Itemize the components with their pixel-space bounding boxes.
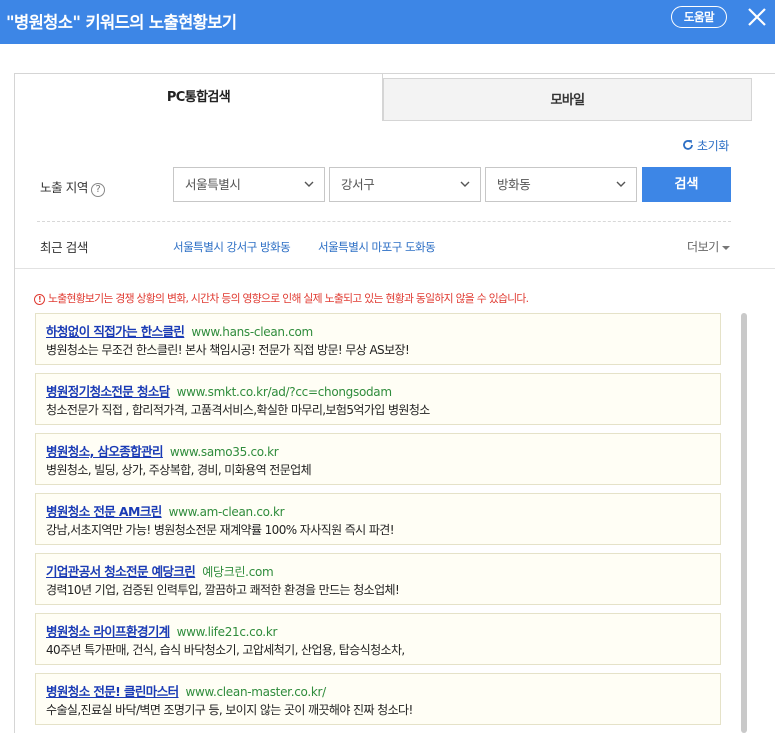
ad-description: 경력10년 기업, 검증된 인력투입, 깔끔하고 쾌적한 환경을 만드는 청소업… [46, 583, 400, 597]
divider [15, 268, 775, 269]
ad-item: 병원청소 전문! 클린마스터 www.clean-master.co.kr/ 수술… [35, 673, 721, 725]
notice-message: 노출현황보기는 경쟁 상황의 변화, 시간차 등의 영향으로 인해 실제 노출되… [48, 292, 529, 305]
ad-title: 기업관공서 청소전문 예당크린 [46, 564, 196, 579]
tab-mobile[interactable]: 모바일 [383, 78, 752, 121]
ad-url: www.life21c.co.kr [176, 625, 278, 639]
divider [37, 221, 731, 222]
ad-description: 병원청소, 빌딩, 상가, 주상복합, 경비, 미화용역 전문업체 [46, 463, 312, 477]
more-button[interactable]: 더보기 [687, 238, 731, 255]
notice-text: ! 노출현황보기는 경쟁 상황의 변화, 시간차 등의 영향으로 인해 실제 노출… [34, 290, 529, 306]
ad-description: 수술실,진료실 바닥/벽면 조명기구 등, 보이지 않는 곳이 깨끗해야 진짜 … [46, 703, 413, 717]
dong-select[interactable]: 방화동 [485, 167, 637, 202]
ad-description: 40주년 특가판매, 건식, 습식 바닥청소기, 고압세척기, 산업용, 탑승식… [46, 643, 405, 657]
ad-title: 병원청소 전문! 클린마스터 [46, 684, 179, 699]
recent-search-item[interactable]: 서울특별시 마포구 도화동 [318, 239, 436, 255]
help-button[interactable]: 도움말 [671, 6, 727, 28]
ad-item: 기업관공서 청소전문 예당크린 예당크린.com 경력10년 기업, 검증된 인력… [35, 553, 721, 605]
close-button[interactable] [745, 5, 769, 29]
scrollbar[interactable] [741, 313, 747, 733]
ad-description: 강남,서초지역만 가능! 병원청소전문 재계약률 100% 자사직원 즉시 파견… [46, 523, 395, 537]
ad-title-link[interactable]: 병원청소 전문 AM크린 www.am-clean.co.kr [46, 501, 285, 520]
ad-title: 병원청소 전문 AM크린 [46, 504, 162, 519]
ad-title: 병원청소 라이프환경기계 [46, 624, 170, 639]
dialog-title: "병원청소" 키워드의 노출현황보기 [6, 13, 237, 32]
ad-url: www.am-clean.co.kr [168, 505, 285, 519]
ad-url: www.clean-master.co.kr/ [185, 685, 327, 699]
ad-title-link[interactable]: 병원청소, 삼오종합관리 www.samo35.co.kr [46, 441, 279, 460]
reset-button[interactable]: 초기화 [682, 137, 729, 154]
ad-url: www.smkt.co.kr/ad/?cc=chongsodam [176, 385, 392, 399]
ad-title-link[interactable]: 병원청소 라이프환경기계 www.life21c.co.kr [46, 621, 277, 640]
help-icon[interactable]: ? [90, 183, 105, 197]
reset-label: 초기화 [697, 139, 729, 153]
more-label: 더보기 [687, 240, 719, 254]
recent-search-item[interactable]: 서울특별시 강서구 방화동 [173, 239, 291, 255]
ad-description: 청소전문가 직접 , 합리적가격, 고품격서비스,확실한 마무리,보험5억가입 … [46, 403, 430, 417]
ad-item: 하청없이 직접가는 한스클린 www.hans-clean.com 병원청소는 무… [35, 313, 721, 365]
recent-search-label: 최근 검색 [40, 240, 88, 255]
chevron-down-icon [616, 181, 626, 187]
dong-value: 방화동 [497, 177, 531, 192]
region-label: 노출 지역? [40, 177, 105, 197]
region-label-text: 노출 지역 [40, 180, 88, 195]
ad-url: 예당크린.com [202, 565, 274, 579]
city-select[interactable]: 서울특별시 [173, 167, 325, 202]
chevron-down-icon [460, 181, 470, 187]
chevron-down-icon [304, 181, 314, 187]
search-button[interactable]: 검색 [642, 167, 731, 202]
ad-title-link[interactable]: 병원정기청소전문 청소담 www.smkt.co.kr/ad/?cc=chongs… [46, 381, 392, 400]
tab-pc-search[interactable]: PC통합검색 [14, 73, 383, 121]
ad-item: 병원청소 라이프환경기계 www.life21c.co.kr 40주년 특가판매,… [35, 613, 721, 665]
ad-title-link[interactable]: 하청없이 직접가는 한스클린 www.hans-clean.com [46, 321, 313, 340]
ad-item: 병원정기청소전문 청소담 www.smkt.co.kr/ad/?cc=chongs… [35, 373, 721, 425]
ad-title-link[interactable]: 병원청소 전문! 클린마스터 www.clean-master.co.kr/ [46, 681, 326, 700]
city-value: 서울특별시 [185, 177, 241, 192]
ad-title: 하청없이 직접가는 한스클린 [46, 324, 185, 339]
ad-title: 병원청소, 삼오종합관리 [46, 444, 164, 459]
dialog-header: "병원청소" 키워드의 노출현황보기 도움말 [0, 0, 775, 44]
ad-url: www.samo35.co.kr [169, 445, 279, 459]
ad-item: 병원청소 전문 AM크린 www.am-clean.co.kr 강남,서초지역만 … [35, 493, 721, 545]
ad-item: 병원청소, 삼오종합관리 www.samo35.co.kr 병원청소, 빌딩, 상… [35, 433, 721, 485]
caret-down-icon [722, 246, 731, 250]
warning-icon: ! [34, 294, 45, 305]
ad-description: 병원청소는 무조건 한스클린! 본사 책임시공! 전문가 직접 방문! 무상 A… [46, 343, 410, 357]
ad-url: www.hans-clean.com [191, 325, 313, 339]
refresh-icon [683, 140, 693, 150]
ad-title-link[interactable]: 기업관공서 청소전문 예당크린 예당크린.com [46, 561, 274, 580]
district-value: 강서구 [341, 177, 375, 192]
ad-title: 병원정기청소전문 청소담 [46, 384, 170, 399]
district-select[interactable]: 강서구 [329, 167, 481, 202]
close-icon [748, 8, 766, 26]
